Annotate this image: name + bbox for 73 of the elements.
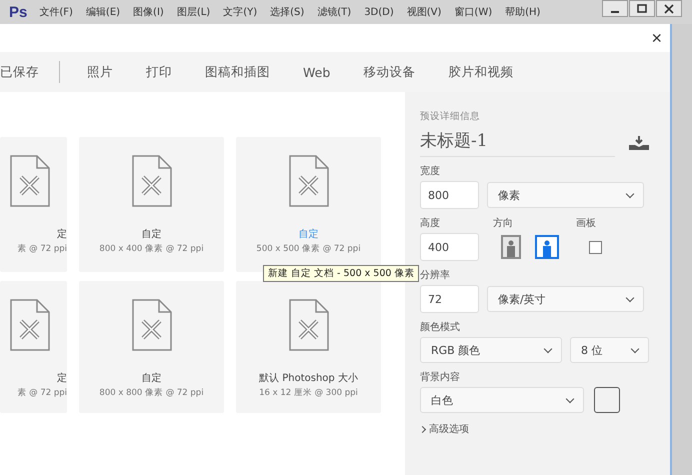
maximize-button[interactable] [629,0,655,17]
height-input[interactable]: 400 [420,233,479,261]
width-input[interactable]: 800 [420,181,479,209]
color-mode-dropdown[interactable]: RGB 颜色 [420,337,562,363]
preset-size: 500 x 500 像素 @ 72 ppi [256,243,361,255]
tooltip: 新建 自定 文档 - 500 x 500 像素 [263,265,420,282]
preset-title: 定 [57,228,67,241]
close-icon [664,4,674,14]
minimize-button[interactable] [602,0,628,17]
menu-item[interactable]: 图像(I) [133,5,164,19]
app-logo: Ps [9,4,28,20]
tab[interactable]: Web [303,64,330,80]
field-label: 高度 [420,216,441,230]
document-icon [10,155,50,207]
close-button[interactable] [656,0,682,17]
tab[interactable]: 打印 [146,64,172,80]
preset-card[interactable]: 自定 800 x 800 像素 @ 72 ppi [79,281,224,413]
close-button[interactable]: × [649,29,664,47]
document-icon [288,155,328,207]
preset-size: 800 x 400 像素 @ 72 ppi [99,243,204,255]
preset-title: 自定 [142,372,162,385]
field-label: 分辨率 [420,268,451,282]
field-label: 背景内容 [420,370,461,384]
preset-card[interactable]: 自定 800 x 400 像素 @ 72 ppi [79,137,224,272]
field-label: 方向 [493,216,514,230]
bit-depth-dropdown[interactable]: 8 位 [570,337,649,363]
landscape-icon[interactable] [535,235,559,259]
portrait-icon[interactable] [501,235,521,259]
menu-item[interactable]: 编辑(E) [86,5,120,19]
document-name-field[interactable]: 未标题-1 [420,129,615,157]
unit-dropdown[interactable]: 像素/英寸 [487,286,644,312]
menu-item[interactable]: 选择(S) [270,5,304,19]
preset-title: 定 [57,372,67,385]
save-preset-icon[interactable] [629,136,649,150]
field-label: 画板 [576,216,596,230]
tab[interactable]: 照片 [87,64,113,80]
document-icon [132,155,172,207]
menu-item[interactable]: 滤镜(T) [317,5,352,19]
advanced-options-toggle[interactable]: 高级选项 [420,422,655,436]
menu-item[interactable]: 3D(D) [364,6,394,18]
field-label: 颜色模式 [420,320,461,334]
menu-item[interactable]: 图层(L) [176,5,210,19]
menu-item[interactable]: 文字(Y) [223,5,258,19]
preset-title: 自定 [142,228,162,241]
minimize-icon [611,10,619,12]
document-icon [288,299,328,351]
menu-item[interactable]: 视图(V) [406,5,442,19]
background-dropdown[interactable]: 白色 [420,387,584,413]
artboard-checkbox[interactable] [589,240,602,254]
preset-title: 默认 Photoshop 大小 [259,372,358,385]
color-swatch[interactable] [594,387,620,413]
tab[interactable]: 已保存 [0,64,39,80]
tab[interactable]: 移动设备 [363,64,416,80]
document-icon [10,299,50,351]
document-icon [132,299,172,351]
field-label: 宽度 [420,164,441,178]
section-label: 预设详细信息 [420,110,481,123]
menu-item[interactable]: 文件(F) [39,5,73,19]
menu-item[interactable]: 帮助(H) [505,5,540,19]
preset-size: 800 x 800 像素 @ 72 ppi [99,387,204,399]
preset-size: 素 @ 72 ppi [17,387,67,399]
resolution-input[interactable]: 72 [420,285,479,313]
tab[interactable]: 图稿和插图 [205,64,270,80]
preset-card[interactable]: 定 素 @ 72 ppi [0,281,67,413]
preset-size: 16 x 12 厘米 @ 300 ppi [259,387,358,399]
preset-card[interactable]: 定 素 @ 72 ppi [0,137,67,272]
unit-dropdown[interactable]: 像素 [487,182,644,208]
menu-item[interactable]: 窗口(W) [454,5,492,19]
preset-size: 素 @ 72 ppi [17,243,67,255]
preset-title: 自定 [298,228,318,241]
tab[interactable]: 胶片和视频 [448,64,514,80]
maximize-icon [637,4,647,14]
preset-card[interactable]: 默认 Photoshop 大小 16 x 12 厘米 @ 300 ppi [236,281,381,413]
